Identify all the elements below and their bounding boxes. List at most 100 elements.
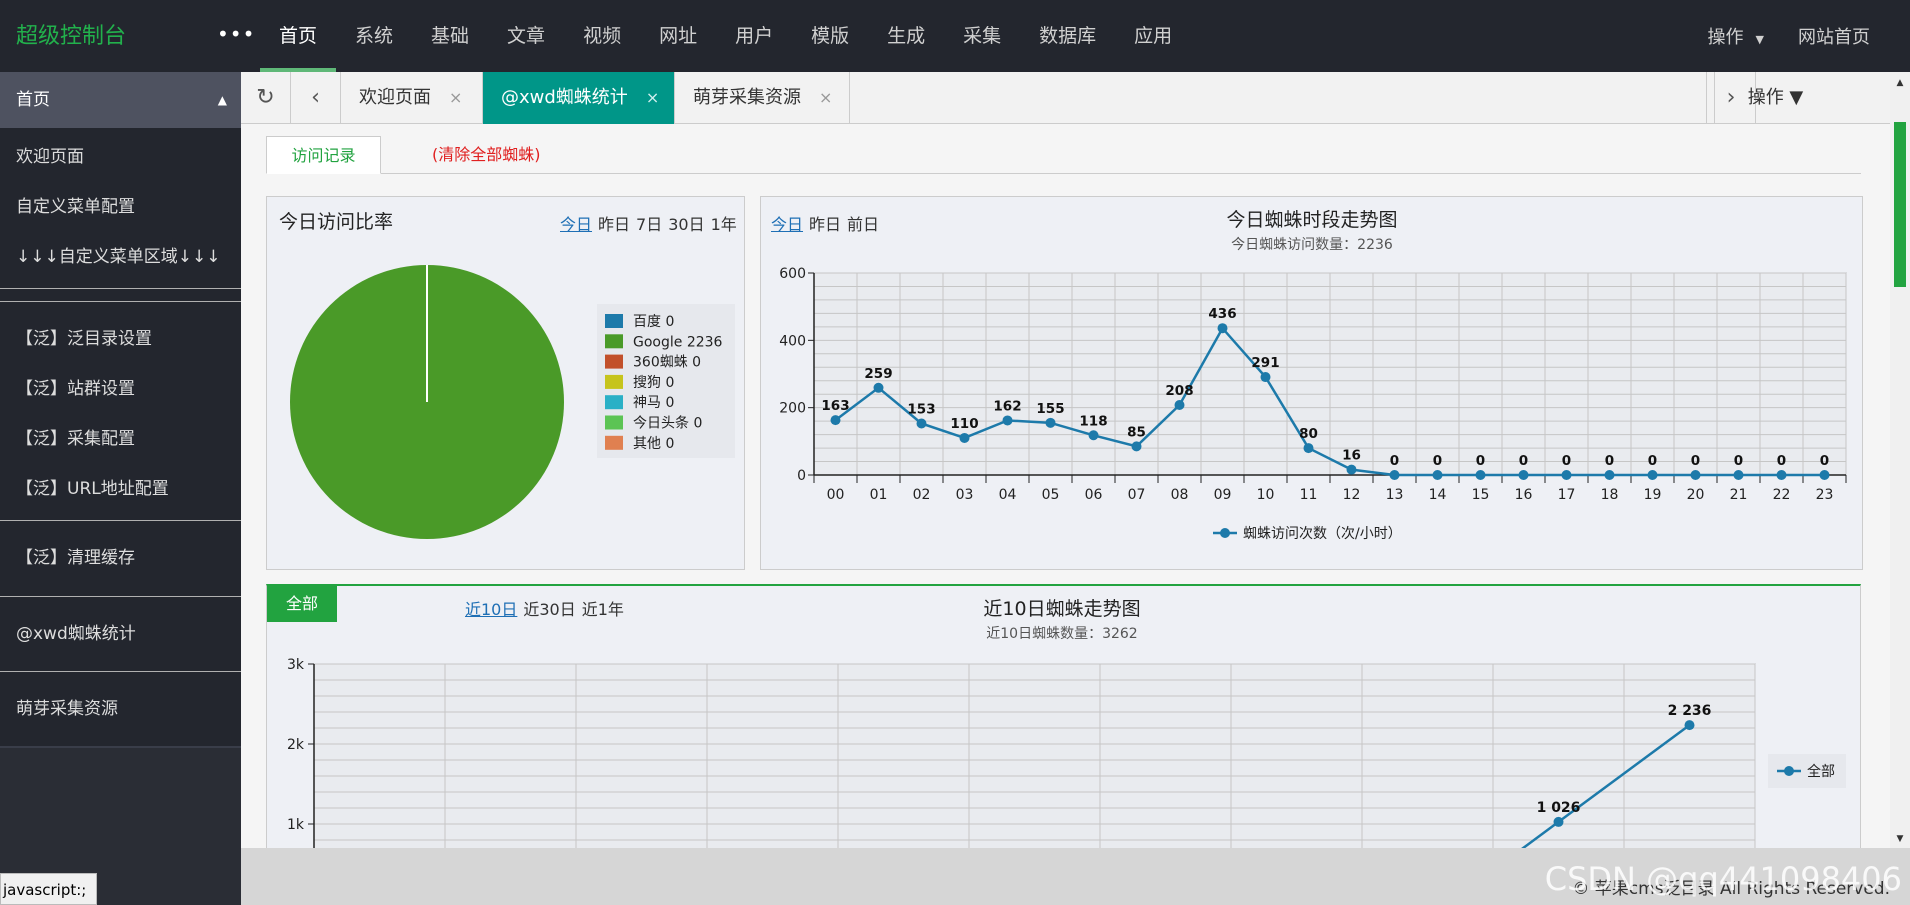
legend-marker <box>1784 766 1794 776</box>
data-label: 80 <box>1299 426 1318 442</box>
data-point <box>959 432 970 443</box>
topnav-template[interactable]: 模版 <box>792 0 868 72</box>
chart-title: 近10日蜘蛛走势图 <box>983 598 1140 620</box>
data-label: 163 <box>821 398 849 414</box>
vertical-scrollbar[interactable]: ▲ ▼ <box>1890 72 1910 848</box>
data-label: 162 <box>993 398 1021 414</box>
topnav-video[interactable]: 视频 <box>564 0 640 72</box>
topnav-article[interactable]: 文章 <box>488 0 564 72</box>
operate-menu[interactable]: 操作 ▼ <box>1708 23 1764 49</box>
chart-subtitle: 今日蜘蛛访问数量：2236 <box>1231 237 1393 253</box>
data-point <box>1604 470 1615 480</box>
data-point <box>1002 415 1013 426</box>
topnav-user[interactable]: 用户 <box>716 0 792 72</box>
tab-xwd[interactable]: @xwd蜘蛛统计 × <box>483 72 675 124</box>
scroll-up-icon[interactable]: ▲ <box>1890 78 1910 88</box>
page-tab-bar: ↻ ‹ 欢迎页面 × @xwd蜘蛛统计 × 萌芽采集资源 × › 操作 ▼ <box>241 72 1890 124</box>
tab-operate-menu[interactable]: 操作 ▼ <box>1714 72 1836 124</box>
subtab-visit-log[interactable]: 访问记录 <box>266 136 381 174</box>
app: 超级控制台 ••• 首页 系统 基础 文章 视频 网址 用户 模版 生成 采集 … <box>0 0 1910 905</box>
x-tick-label: 02 <box>913 487 931 503</box>
clear-spiders-link[interactable]: (清除全部蜘蛛) <box>432 136 541 174</box>
topnav-url[interactable]: 网址 <box>640 0 716 72</box>
pie-chart: 百度 0 Google 2236 360蜘蛛 0 搜狗 0 神马 0 今日头条 0 其他 0 <box>290 265 735 539</box>
content-frame: 访问记录 (清除全部蜘蛛) 今日访问比率 今日 昨日 7日 30日 1年 百度 0 Goo… <box>241 124 1890 848</box>
x-tick-label: 13 <box>1386 487 1404 503</box>
legend-swatch <box>605 374 623 389</box>
legend-swatch <box>605 314 623 328</box>
sidebar-item-mengya[interactable]: 萌芽采集资源 <box>0 672 241 746</box>
data-label: 118 <box>1079 413 1107 429</box>
data-label: 208 <box>1165 383 1193 399</box>
data-point <box>1690 470 1701 480</box>
sidebar-head-home[interactable]: 首页 ▲ <box>0 72 241 128</box>
legend-entry: 神马 0 <box>633 395 674 411</box>
legend-marker <box>1220 528 1230 538</box>
topnav-generate[interactable]: 生成 <box>868 0 944 72</box>
x-tick-label: 22 <box>1773 487 1791 503</box>
ten-day-trend-panel: 全部 近10日 近30日 近1年 近10日蜘蛛走势图 近10日蜘蛛数量：3262 1k 2… <box>266 584 1861 848</box>
plot-area <box>313 663 1756 848</box>
x-tick-label: 15 <box>1472 487 1490 503</box>
topnav-database[interactable]: 数据库 <box>1020 0 1115 72</box>
sidebar-item-fan-dir[interactable]: 【泛】泛目录设置 <box>0 314 241 364</box>
x-tick-label: 10 <box>1257 487 1275 503</box>
topnav-basic[interactable]: 基础 <box>412 0 488 72</box>
data-point <box>1475 470 1486 480</box>
close-icon[interactable]: × <box>646 88 659 107</box>
topnav-system[interactable]: 系统 <box>336 0 412 72</box>
x-tick-label: 12 <box>1343 487 1361 503</box>
x-tick-label: 06 <box>1085 487 1103 503</box>
y-tick-label: 3k <box>287 657 305 673</box>
sidebar-item-custom-area[interactable]: ↓↓↓自定义菜单区域↓↓↓ <box>0 232 241 282</box>
data-point <box>1389 470 1400 480</box>
x-tick-label: 19 <box>1644 487 1662 503</box>
data-point <box>1432 470 1443 480</box>
legend-entry: 蜘蛛访问次数（次/小时） <box>1243 526 1402 542</box>
legend-entry: Google 2236 <box>633 334 723 350</box>
tab-mengya[interactable]: 萌芽采集资源 × <box>675 72 850 124</box>
legend-entry: 全部 <box>1807 763 1835 780</box>
caret-down-icon: ▼ <box>1755 33 1764 46</box>
data-label: 155 <box>1036 401 1064 417</box>
data-label: 85 <box>1127 424 1146 440</box>
more-menu-icon[interactable]: ••• <box>217 22 255 46</box>
legend-swatch <box>605 334 623 349</box>
topnav-collect[interactable]: 采集 <box>944 0 1020 72</box>
x-tick-label: 09 <box>1214 487 1232 503</box>
brand-logo[interactable]: 超级控制台 <box>16 18 126 50</box>
sidebar-item-xwd[interactable]: @xwd蜘蛛统计 <box>0 597 241 671</box>
x-tick-label: 08 <box>1171 487 1189 503</box>
site-home-link[interactable]: 网站首页 <box>1798 23 1870 49</box>
data-label: 0 <box>1519 453 1528 469</box>
status-bar-url: javascript:; <box>0 873 98 905</box>
close-icon[interactable]: × <box>819 88 832 107</box>
scroll-down-icon[interactable]: ▼ <box>1890 834 1910 844</box>
sidebar-item-fan-collect[interactable]: 【泛】采集配置 <box>0 414 241 464</box>
tab-welcome[interactable]: 欢迎页面 × <box>341 72 483 124</box>
data-point <box>1217 323 1228 334</box>
chevron-left-icon[interactable]: ‹ <box>291 72 341 124</box>
legend-entry: 今日头条 0 <box>633 415 702 432</box>
refresh-icon[interactable]: ↻ <box>241 72 291 124</box>
sidebar-item-clear-cache[interactable]: 【泛】清理缓存 <box>0 521 241 596</box>
topnav-home[interactable]: 首页 <box>260 0 337 72</box>
tab-label: 萌芽采集资源 <box>693 87 801 108</box>
sidebar-group-blank <box>0 289 241 301</box>
data-label: 16 <box>1342 448 1361 464</box>
close-icon[interactable]: × <box>449 88 462 107</box>
x-tick-label: 14 <box>1429 487 1447 503</box>
topnav-apps[interactable]: 应用 <box>1115 0 1191 72</box>
scroll-thumb[interactable] <box>1894 122 1906 287</box>
data-point <box>1553 816 1564 827</box>
sidebar-item-welcome[interactable]: 欢迎页面 <box>0 132 241 182</box>
y-tick-label: 200 <box>779 401 806 417</box>
sidebar-item-fan-url[interactable]: 【泛】URL地址配置 <box>0 464 241 514</box>
watermark: CSDN @qq441098406 <box>1544 860 1902 898</box>
data-label: 0 <box>1691 453 1700 469</box>
chart-subtitle: 近10日蜘蛛数量：3262 <box>986 626 1137 642</box>
tab-label: 欢迎页面 <box>359 87 431 108</box>
sidebar-item-custom-menu[interactable]: 自定义菜单配置 <box>0 182 241 232</box>
x-tick-label: 07 <box>1128 487 1146 503</box>
sidebar-item-fan-sites[interactable]: 【泛】站群设置 <box>0 364 241 414</box>
